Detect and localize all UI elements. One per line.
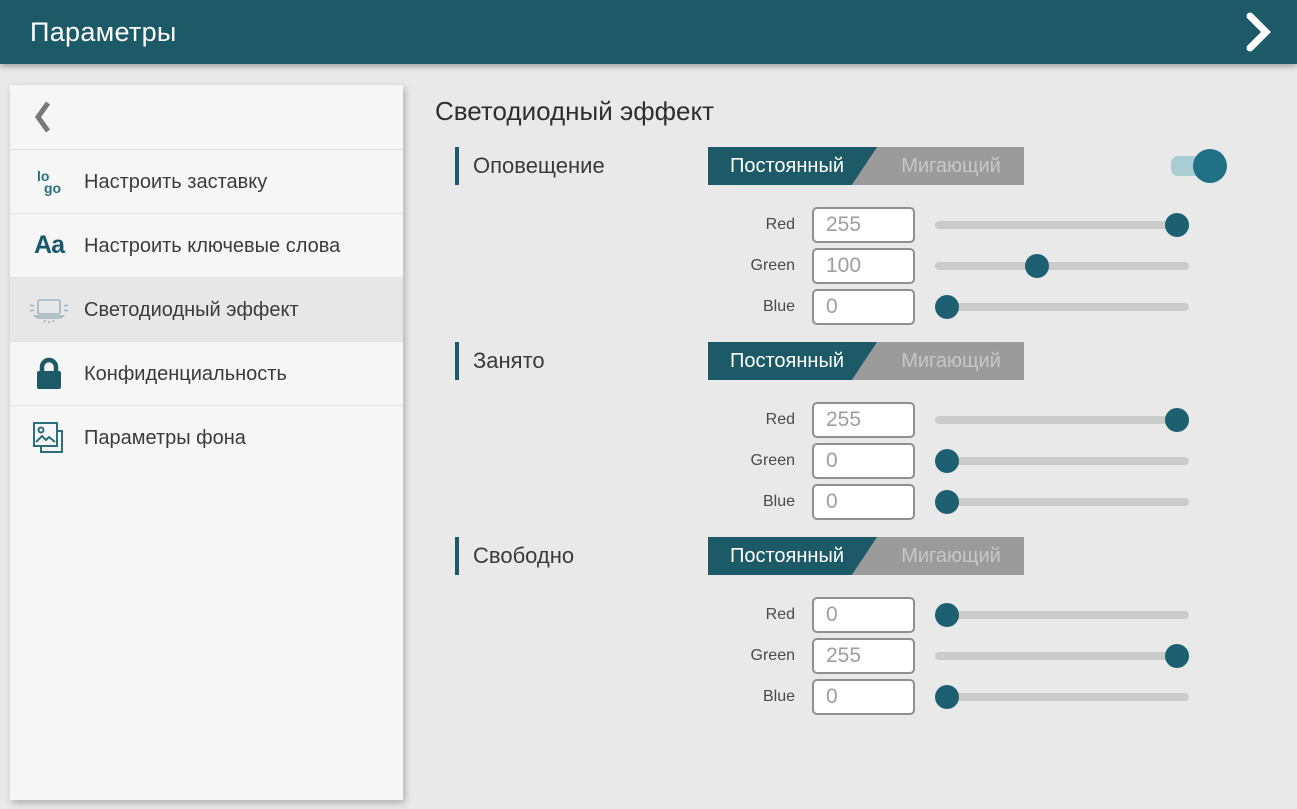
sidebar-item-privacy[interactable]: Конфиденциальность: [10, 342, 403, 406]
mode-blinking-button[interactable]: Мигающий: [878, 342, 1024, 380]
slider-track[interactable]: [935, 262, 1189, 270]
blue-slider: [935, 295, 1189, 319]
sidebar-item-label: Параметры фона: [84, 425, 246, 451]
sidebar-header: [10, 85, 403, 150]
blue-row: Blue: [700, 289, 1297, 325]
blue-slider: [935, 490, 1189, 514]
slider-thumb[interactable]: [1025, 254, 1049, 278]
accent-bar: [455, 147, 459, 185]
section-title: Занято: [473, 348, 708, 374]
blue-slider: [935, 685, 1189, 709]
slider-thumb[interactable]: [935, 490, 959, 514]
slider-track[interactable]: [935, 652, 1189, 660]
green-label: Green: [700, 257, 795, 275]
top-bar: Параметры: [0, 0, 1297, 64]
slider-track[interactable]: [935, 693, 1189, 701]
slider-thumb[interactable]: [1165, 408, 1189, 432]
app-title: Параметры: [30, 17, 177, 48]
green-value-input[interactable]: [812, 248, 915, 284]
blue-value-input[interactable]: [812, 484, 915, 520]
mode-constant-button[interactable]: Постоянный: [708, 342, 866, 380]
red-row: Red: [700, 597, 1297, 633]
slider-thumb[interactable]: [935, 449, 959, 473]
sidebar-item-screensaver[interactable]: lo go Настроить заставку: [10, 150, 403, 214]
green-row: Green: [700, 443, 1297, 479]
switch-knob: [1193, 149, 1227, 183]
red-label: Red: [700, 606, 795, 624]
green-slider: [935, 254, 1189, 278]
green-slider: [935, 644, 1189, 668]
chevron-left-icon[interactable]: [26, 97, 60, 137]
slider-track[interactable]: [935, 498, 1189, 506]
lock-icon: [26, 355, 72, 393]
red-value-input[interactable]: [812, 597, 915, 633]
blue-value-input[interactable]: [812, 289, 915, 325]
slider-thumb[interactable]: [935, 295, 959, 319]
sidebar-item-background[interactable]: Параметры фона: [10, 406, 403, 470]
green-value-input[interactable]: [812, 638, 915, 674]
red-row: Red: [700, 402, 1297, 438]
mode-constant-button[interactable]: Постоянный: [708, 537, 866, 575]
settings-sidebar: lo go Настроить заставку Aa Настроить кл…: [10, 85, 403, 800]
slider-track[interactable]: [935, 303, 1189, 311]
red-value-input[interactable]: [812, 402, 915, 438]
logo-icon: lo go: [26, 170, 72, 194]
blue-label: Blue: [700, 298, 795, 316]
slider-thumb[interactable]: [1165, 213, 1189, 237]
slider-thumb[interactable]: [1165, 644, 1189, 668]
green-row: Green: [700, 638, 1297, 674]
red-row: Red: [700, 207, 1297, 243]
slider-thumb[interactable]: [935, 685, 959, 709]
accent-bar: [455, 342, 459, 380]
sidebar-item-label: Конфиденциальность: [84, 361, 287, 387]
red-slider: [935, 408, 1189, 432]
slider-track[interactable]: [935, 457, 1189, 465]
keywords-icon: Aa: [26, 231, 72, 260]
page-title: Светодиодный эффект: [435, 96, 1297, 127]
mode-constant-button[interactable]: Постоянный: [708, 147, 866, 185]
chevron-right-icon[interactable]: [1241, 10, 1275, 54]
slider-thumb[interactable]: [935, 603, 959, 627]
background-images-icon: [26, 418, 72, 458]
mode-segmented-control: Постоянный Мигающий: [708, 342, 1024, 380]
sidebar-item-keywords[interactable]: Aa Настроить ключевые слова: [10, 214, 403, 278]
blue-row: Blue: [700, 679, 1297, 715]
accent-bar: [455, 537, 459, 575]
green-slider: [935, 449, 1189, 473]
red-slider: [935, 603, 1189, 627]
sidebar-item-led-effect[interactable]: Светодиодный эффект: [10, 278, 403, 342]
blue-label: Blue: [700, 688, 795, 706]
sidebar-item-label: Настроить ключевые слова: [84, 233, 340, 259]
red-label: Red: [700, 216, 795, 234]
section-free: Свободно Постоянный Мигающий Red Green: [435, 537, 1297, 715]
slider-track[interactable]: [935, 416, 1189, 424]
red-label: Red: [700, 411, 795, 429]
green-value-input[interactable]: [812, 443, 915, 479]
slider-track[interactable]: [935, 221, 1189, 229]
blue-row: Blue: [700, 484, 1297, 520]
mode-segmented-control: Постоянный Мигающий: [708, 537, 1024, 575]
section-title: Оповещение: [473, 153, 708, 179]
green-label: Green: [700, 647, 795, 665]
sidebar-item-label: Настроить заставку: [84, 169, 267, 195]
red-slider: [935, 213, 1189, 237]
slider-track[interactable]: [935, 611, 1189, 619]
green-row: Green: [700, 248, 1297, 284]
section-title: Свободно: [473, 543, 708, 569]
blue-label: Blue: [700, 493, 795, 511]
blue-value-input[interactable]: [812, 679, 915, 715]
mode-segmented-control: Постоянный Мигающий: [708, 147, 1024, 185]
section-busy: Занято Постоянный Мигающий Red Green: [435, 342, 1297, 520]
sidebar-item-label: Светодиодный эффект: [84, 297, 299, 323]
green-label: Green: [700, 452, 795, 470]
mode-blinking-button[interactable]: Мигающий: [878, 537, 1024, 575]
section-notification: Оповещение Постоянный Мигающий Red Green: [435, 147, 1297, 325]
mode-blinking-button[interactable]: Мигающий: [878, 147, 1024, 185]
red-value-input[interactable]: [812, 207, 915, 243]
led-effect-icon: [26, 293, 72, 327]
notification-toggle-switch[interactable]: [1171, 149, 1227, 183]
